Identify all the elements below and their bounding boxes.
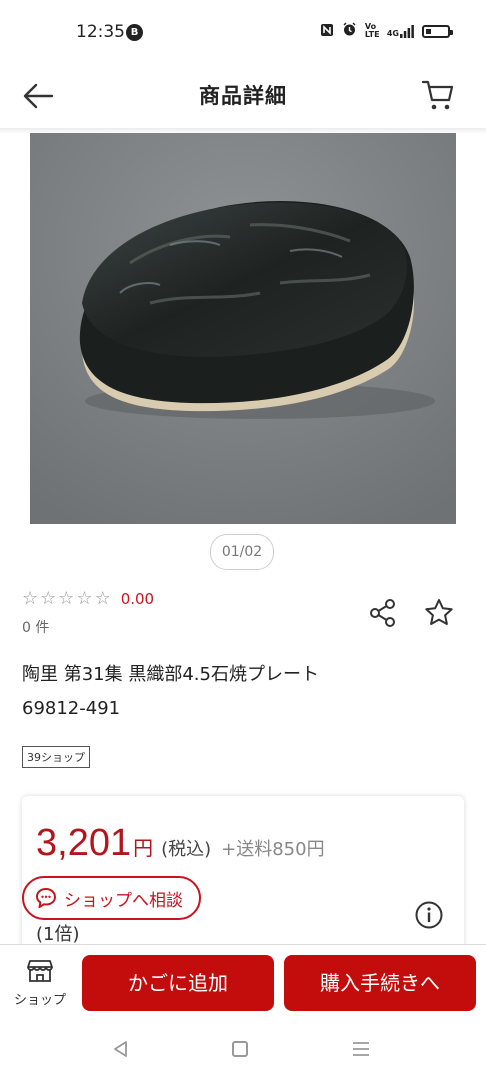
consult-label: ショップへ相談: [64, 890, 183, 911]
store-icon: [27, 960, 53, 982]
signal-icon: 4G: [386, 24, 414, 38]
bottom-action-bar: ショップ かごに追加 購入手続きへ: [0, 944, 486, 1021]
product-name: 陶里 第31集 黒織部4.5石焼プレート: [22, 664, 319, 685]
star-outline-icon: ☆: [94, 588, 111, 609]
menu-lines-icon: [353, 1042, 369, 1056]
image-counter: 01/02: [210, 534, 274, 570]
cart-icon: [421, 80, 454, 110]
share-icon: [370, 599, 395, 627]
nav-recents-button[interactable]: [352, 1040, 370, 1062]
checkout-button[interactable]: 購入手続きへ: [284, 955, 476, 1011]
shipping-label: +送料850円: [221, 839, 325, 860]
shop-label: ショップ: [13, 993, 66, 1008]
star-outline-icon: ☆: [22, 588, 39, 609]
rating-value: 0.00: [120, 589, 155, 608]
stone-plate-photo: [30, 133, 456, 524]
nav-back-button[interactable]: [112, 1040, 128, 1062]
nav-home-button[interactable]: [232, 1041, 248, 1057]
share-button[interactable]: [366, 596, 400, 630]
favorite-button[interactable]: [422, 596, 456, 630]
battery-fill: [426, 28, 431, 34]
triangle-back-icon: [114, 1041, 127, 1057]
add-to-cart-button[interactable]: かごに追加: [82, 955, 274, 1011]
nfc-icon: [320, 23, 334, 40]
price-value: 3,201: [36, 822, 132, 864]
star-outline-icon: ☆: [40, 588, 57, 609]
system-nav-bar: [0, 1020, 486, 1080]
info-icon: [415, 901, 443, 929]
price-row: 3,201 円 (税込) +送料850円: [36, 822, 325, 865]
status-time: 12:35: [76, 22, 125, 42]
battery-icon: [422, 24, 453, 38]
product-image[interactable]: [30, 133, 456, 524]
product-code: 69812-491: [22, 698, 121, 719]
price-currency: 円: [133, 836, 154, 860]
app-header: 商品詳細: [0, 64, 486, 128]
consult-shop-button[interactable]: ショップへ相談: [22, 876, 201, 920]
rating-stars[interactable]: ☆ ☆ ☆ ☆ ☆ 0.00: [22, 588, 154, 609]
status-bar: 12:35 B Vo LTE 4G: [0, 0, 486, 64]
tax-label: (税込): [161, 839, 212, 860]
cart-button[interactable]: [418, 74, 458, 114]
network-type-label: 4G: [386, 28, 399, 38]
info-button[interactable]: [414, 900, 444, 930]
star-outline-icon: ☆: [76, 588, 93, 609]
points-multiplier: (1倍): [36, 924, 80, 945]
shop-tag[interactable]: 39ショップ: [22, 746, 90, 768]
star-outline-icon: ☆: [58, 588, 75, 609]
notification-badge-icon: B: [126, 24, 143, 41]
review-count[interactable]: 0 件: [22, 617, 49, 637]
status-icons: Vo LTE 4G: [320, 22, 453, 40]
chat-bubble-icon: [36, 888, 56, 908]
alarm-icon: [342, 22, 357, 40]
volte-icon: Vo LTE: [364, 22, 380, 39]
page-title: 商品詳細: [199, 84, 287, 108]
star-icon: [425, 599, 453, 625]
shop-button[interactable]: ショップ: [8, 959, 72, 1015]
